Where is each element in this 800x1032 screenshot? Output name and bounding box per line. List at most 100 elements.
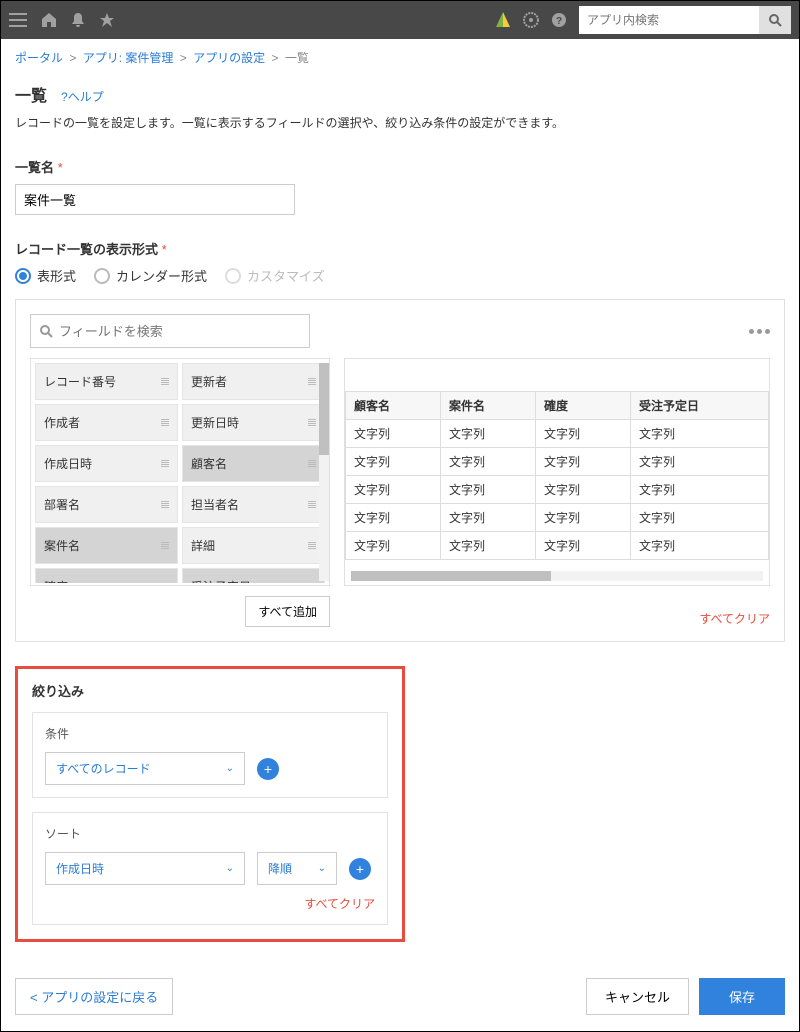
format-radios: 表形式 カレンダー形式 カスタマイズ bbox=[15, 266, 785, 285]
filter-title: 絞り込み bbox=[32, 681, 388, 700]
field-item[interactable]: 作成日時 bbox=[35, 445, 178, 482]
more-options-icon[interactable] bbox=[749, 329, 770, 334]
field-item[interactable]: 案件名 bbox=[35, 527, 178, 564]
table-cell: 文字列 bbox=[440, 504, 535, 532]
field-scroll[interactable] bbox=[319, 363, 329, 581]
field-search[interactable] bbox=[30, 314, 310, 348]
crumb-portal[interactable]: ポータル bbox=[15, 51, 63, 65]
search-icon bbox=[39, 324, 53, 338]
grip-icon bbox=[308, 501, 316, 508]
table-cell: 文字列 bbox=[630, 504, 768, 532]
add-sort-button[interactable]: + bbox=[349, 858, 371, 880]
condition-group: 条件 すべてのレコード ⌄ + bbox=[32, 712, 388, 798]
table-cell: 文字列 bbox=[346, 448, 441, 476]
table-cell: 文字列 bbox=[346, 420, 441, 448]
gear-icon[interactable] bbox=[523, 12, 539, 28]
condition-label: 条件 bbox=[45, 725, 375, 742]
sort-label: ソート bbox=[45, 825, 375, 842]
field-item[interactable]: 詳細 bbox=[182, 527, 325, 564]
table-cell: 文字列 bbox=[535, 420, 630, 448]
sort-field-select[interactable]: 作成日時 ⌄ bbox=[45, 852, 245, 885]
field-item[interactable]: 更新者 bbox=[182, 363, 325, 400]
table-cell: 文字列 bbox=[440, 532, 535, 560]
format-label: レコード一覧の表示形式 * bbox=[15, 239, 785, 258]
field-item[interactable]: 確度 bbox=[35, 568, 178, 583]
format-designer: レコード番号更新者作成者更新日時作成日時顧客名部署名担当者名案件名詳細確度受注予… bbox=[15, 299, 785, 642]
preview-table: 顧客名案件名確度受注予定日 文字列文字列文字列文字列文字列文字列文字列文字列文字… bbox=[345, 391, 769, 560]
grip-icon bbox=[161, 460, 169, 467]
table-row: 文字列文字列文字列文字列 bbox=[346, 532, 769, 560]
table-row: 文字列文字列文字列文字列 bbox=[346, 448, 769, 476]
field-item[interactable]: 更新日時 bbox=[182, 404, 325, 441]
crumb-app[interactable]: アプリ: 案件管理 bbox=[83, 51, 174, 65]
radio-custom: カスタマイズ bbox=[225, 266, 325, 285]
table-row: 文字列文字列文字列文字列 bbox=[346, 420, 769, 448]
table-cell: 文字列 bbox=[535, 448, 630, 476]
topbar: ? bbox=[1, 1, 799, 39]
help-icon[interactable]: ? bbox=[551, 12, 567, 28]
page-desc: レコードの一覧を設定します。一覧に表示するフィールドの選択や、絞り込み条件の設定… bbox=[15, 114, 785, 131]
help-link[interactable]: ?ヘルプ bbox=[61, 88, 104, 105]
radio-table[interactable]: 表形式 bbox=[15, 266, 76, 285]
table-cell: 文字列 bbox=[440, 448, 535, 476]
breadcrumb: ポータル > アプリ: 案件管理 > アプリの設定 > 一覧 bbox=[1, 39, 799, 72]
topbar-left bbox=[9, 12, 495, 28]
grip-icon bbox=[308, 460, 316, 467]
table-cell: 文字列 bbox=[440, 420, 535, 448]
sort-group: ソート 作成日時 ⌄ 降順 ⌄ + すべてクリア bbox=[32, 812, 388, 925]
cancel-button[interactable]: キャンセル bbox=[586, 978, 689, 1015]
field-list-pane: レコード番号更新者作成者更新日時作成日時顧客名部署名担当者名案件名詳細確度受注予… bbox=[30, 358, 330, 586]
table-header: 顧客名 bbox=[346, 392, 441, 420]
table-hscroll[interactable] bbox=[351, 571, 763, 581]
search-button[interactable] bbox=[759, 6, 791, 34]
field-item[interactable]: 受注予定日 bbox=[182, 568, 325, 583]
save-button[interactable]: 保存 bbox=[699, 978, 785, 1015]
grip-icon bbox=[161, 501, 169, 508]
clear-all-link[interactable]: すべてクリア bbox=[699, 612, 770, 626]
table-cell: 文字列 bbox=[440, 476, 535, 504]
chevron-down-icon: ⌄ bbox=[226, 863, 234, 874]
add-condition-button[interactable]: + bbox=[257, 758, 279, 780]
filter-clear-link[interactable]: すべてクリア bbox=[304, 897, 375, 911]
table-header: 確度 bbox=[535, 392, 630, 420]
bell-icon[interactable] bbox=[71, 12, 85, 28]
table-cell: 文字列 bbox=[346, 532, 441, 560]
listname-input[interactable] bbox=[15, 184, 295, 215]
field-item[interactable]: 担当者名 bbox=[182, 486, 325, 523]
radio-calendar[interactable]: カレンダー形式 bbox=[94, 266, 207, 285]
sort-order-select[interactable]: 降順 ⌄ bbox=[257, 852, 337, 885]
table-cell: 文字列 bbox=[535, 476, 630, 504]
grip-icon bbox=[161, 378, 169, 385]
field-item[interactable]: 部署名 bbox=[35, 486, 178, 523]
table-header: 受注予定日 bbox=[630, 392, 768, 420]
search-input[interactable] bbox=[579, 6, 759, 34]
field-item[interactable]: レコード番号 bbox=[35, 363, 178, 400]
table-header: 案件名 bbox=[440, 392, 535, 420]
condition-select[interactable]: すべてのレコード ⌄ bbox=[45, 752, 245, 785]
table-cell: 文字列 bbox=[630, 448, 768, 476]
add-all-button[interactable]: すべて追加 bbox=[245, 596, 330, 627]
star-icon[interactable] bbox=[99, 12, 115, 28]
home-icon[interactable] bbox=[41, 12, 57, 28]
table-cell: 文字列 bbox=[630, 532, 768, 560]
chevron-down-icon: ⌄ bbox=[226, 763, 234, 774]
table-preview-pane: 顧客名案件名確度受注予定日 文字列文字列文字列文字列文字列文字列文字列文字列文字… bbox=[344, 358, 770, 586]
menu-icon[interactable] bbox=[9, 13, 27, 27]
table-row: 文字列文字列文字列文字列 bbox=[346, 504, 769, 532]
grip-icon bbox=[308, 378, 316, 385]
leaf-icon bbox=[495, 11, 511, 29]
grip-icon bbox=[308, 542, 316, 549]
grip-icon bbox=[161, 419, 169, 426]
field-item[interactable]: 顧客名 bbox=[182, 445, 325, 482]
search-box bbox=[579, 6, 791, 34]
topbar-right: ? bbox=[495, 6, 791, 34]
crumb-settings[interactable]: アプリの設定 bbox=[193, 51, 265, 65]
listname-label: 一覧名 * bbox=[15, 157, 785, 176]
field-item[interactable]: 作成者 bbox=[35, 404, 178, 441]
field-search-input[interactable] bbox=[53, 324, 301, 339]
grip-icon bbox=[161, 542, 169, 549]
chevron-down-icon: ⌄ bbox=[318, 863, 326, 874]
grip-icon bbox=[308, 419, 316, 426]
filter-section: 絞り込み 条件 すべてのレコード ⌄ + ソート 作成日時 ⌄ 降順 ⌄ bbox=[15, 666, 405, 942]
back-button[interactable]: < アプリの設定に戻る bbox=[15, 978, 173, 1015]
